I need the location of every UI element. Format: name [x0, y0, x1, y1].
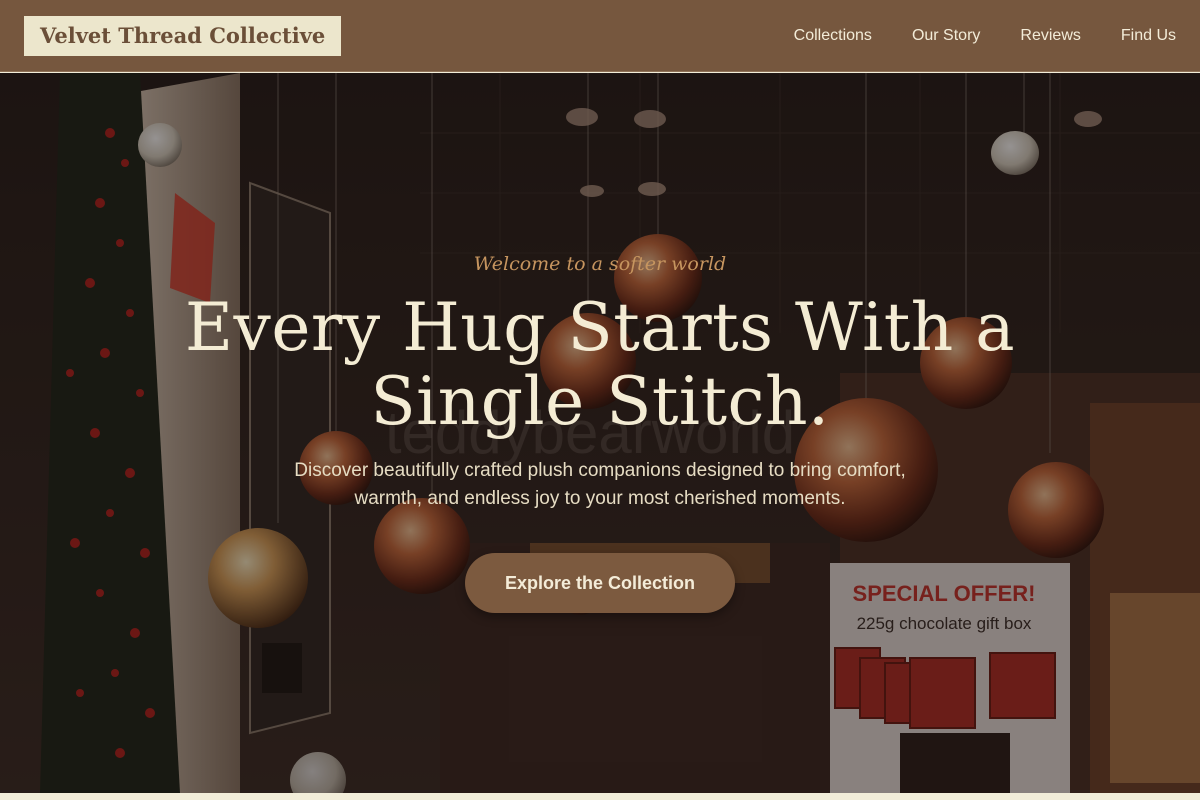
hero-content: Welcome to a softer world Every Hug Star… — [0, 251, 1200, 613]
explore-collection-button[interactable]: Explore the Collection — [464, 553, 736, 613]
main-nav: Collections Our Story Reviews Find Us — [794, 27, 1176, 45]
hero-title: Every Hug Starts With a Single Stitch. — [184, 289, 1016, 440]
nav-link-our-story[interactable]: Our Story — [912, 27, 980, 45]
hero-section: SPECIAL OFFER! 225g chocolate gift box t… — [0, 73, 1200, 793]
brand-logo[interactable]: Velvet Thread Collective — [24, 15, 342, 56]
nav-link-reviews[interactable]: Reviews — [1020, 27, 1080, 45]
nav-link-find-us[interactable]: Find Us — [1121, 27, 1176, 45]
hero-tagline: Welcome to a softer world — [473, 253, 727, 275]
page-bottom-edge — [0, 793, 1200, 800]
site-header: Velvet Thread Collective Collections Our… — [0, 0, 1200, 72]
nav-link-collections[interactable]: Collections — [794, 27, 872, 45]
hero-description: Discover beautifully crafted plush compa… — [294, 460, 906, 509]
